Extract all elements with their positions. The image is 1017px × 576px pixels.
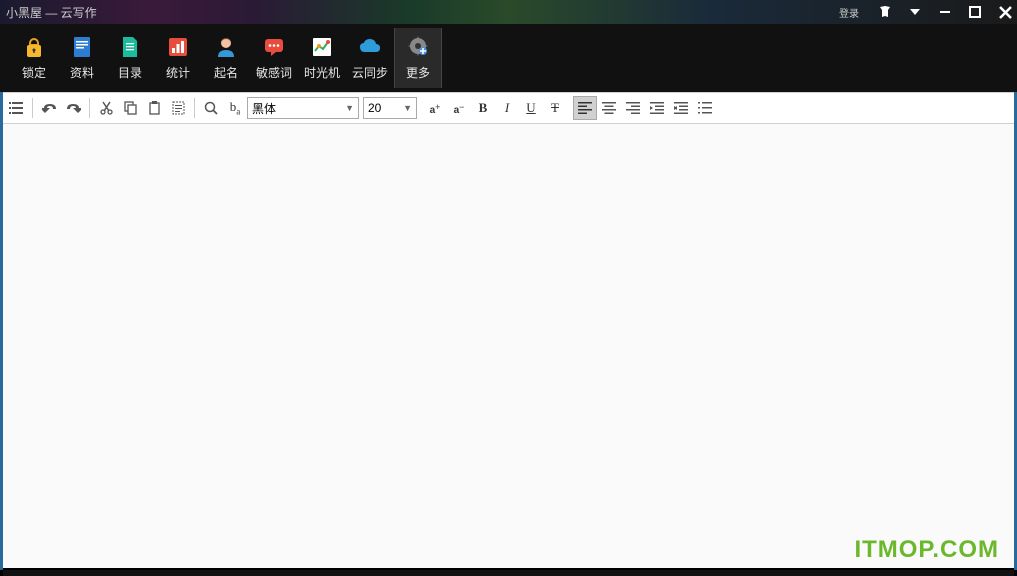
separator: [32, 98, 33, 118]
italic-button[interactable]: I: [495, 96, 519, 120]
select-all-button[interactable]: [166, 96, 190, 120]
align-right-button[interactable]: [621, 96, 645, 120]
graph-icon: [309, 36, 335, 58]
separator: [89, 98, 90, 118]
copy-button[interactable]: [118, 96, 142, 120]
outdent-button[interactable]: [645, 96, 669, 120]
bold-button[interactable]: B: [471, 96, 495, 120]
sensitive-button[interactable]: 敏感词: [250, 28, 298, 88]
align-center-button[interactable]: [597, 96, 621, 120]
decrease-font-button[interactable]: a−: [447, 96, 471, 120]
minimize-button[interactable]: [937, 4, 953, 20]
separator: [194, 98, 195, 118]
bold-icon: B: [479, 100, 488, 116]
resources-label: 资料: [70, 64, 94, 81]
fontsize-value: 20: [368, 101, 381, 115]
font-decrease-icon: a−: [454, 101, 465, 116]
bottom-border: [3, 570, 1014, 576]
cloud-icon: [357, 36, 383, 58]
paste-button[interactable]: [142, 96, 166, 120]
more-button[interactable]: 更多: [394, 28, 442, 88]
fontsize-select[interactable]: 20 ▼: [363, 97, 417, 119]
more-label: 更多: [406, 64, 430, 81]
increase-font-button[interactable]: a+: [423, 96, 447, 120]
align-left-button[interactable]: [573, 96, 597, 120]
chat-icon: [261, 36, 287, 58]
font-select[interactable]: 黑体 ▼: [247, 97, 359, 119]
typeset-button[interactable]: [4, 96, 28, 120]
dropdown-icon[interactable]: [907, 4, 923, 20]
app-title: 小黑屋 — 云写作: [4, 4, 97, 21]
lock-label: 锁定: [22, 64, 46, 81]
stats-button[interactable]: 统计: [154, 28, 202, 88]
replace-icon: ba: [230, 99, 241, 117]
search-button[interactable]: [199, 96, 223, 120]
chevron-down-icon: ▼: [345, 103, 354, 113]
catalog-label: 目录: [118, 64, 142, 81]
chart-icon: [165, 36, 191, 58]
edit-toolbar: ba 黑体 ▼ 20 ▼ a+ a− B I U T: [0, 92, 1017, 124]
editor-area[interactable]: [3, 124, 1014, 568]
font-increase-icon: a+: [430, 101, 441, 116]
login-link[interactable]: 登录: [839, 5, 859, 20]
indent-button[interactable]: [669, 96, 693, 120]
stats-label: 统计: [166, 64, 190, 81]
redo-button[interactable]: [61, 96, 85, 120]
italic-icon: I: [505, 100, 509, 116]
document-icon: [117, 36, 143, 58]
resources-button[interactable]: 资料: [58, 28, 106, 88]
replace-button[interactable]: ba: [223, 96, 247, 120]
underline-icon: U: [526, 100, 535, 116]
naming-button[interactable]: 起名: [202, 28, 250, 88]
cut-button[interactable]: [94, 96, 118, 120]
cloudsync-button[interactable]: 云同步: [346, 28, 394, 88]
timemachine-button[interactable]: 时光机: [298, 28, 346, 88]
watermark: ITMOP.COM: [854, 536, 999, 564]
naming-label: 起名: [214, 64, 238, 81]
close-button[interactable]: [997, 4, 1013, 20]
lock-icon: [21, 36, 47, 58]
theme-icon[interactable]: [877, 4, 893, 20]
underline-button[interactable]: U: [519, 96, 543, 120]
titlebar: 小黑屋 — 云写作 登录: [0, 0, 1017, 24]
timemachine-label: 时光机: [304, 64, 340, 81]
maximize-button[interactable]: [967, 4, 983, 20]
undo-button[interactable]: [37, 96, 61, 120]
chevron-down-icon: ▼: [403, 103, 412, 113]
sensitive-label: 敏感词: [256, 64, 292, 81]
strikethrough-button[interactable]: T: [543, 96, 567, 120]
gear-icon: [405, 36, 431, 58]
strikethrough-icon: T: [551, 100, 559, 116]
book-icon: [69, 36, 95, 58]
catalog-button[interactable]: 目录: [106, 28, 154, 88]
lock-button[interactable]: 锁定: [10, 28, 58, 88]
font-value: 黑体: [252, 100, 276, 117]
main-toolbar: 锁定 资料 目录 统计 起名 敏感词 时光机: [0, 24, 1017, 92]
person-icon: [213, 36, 239, 58]
list-button[interactable]: [693, 96, 717, 120]
cloudsync-label: 云同步: [352, 64, 388, 81]
